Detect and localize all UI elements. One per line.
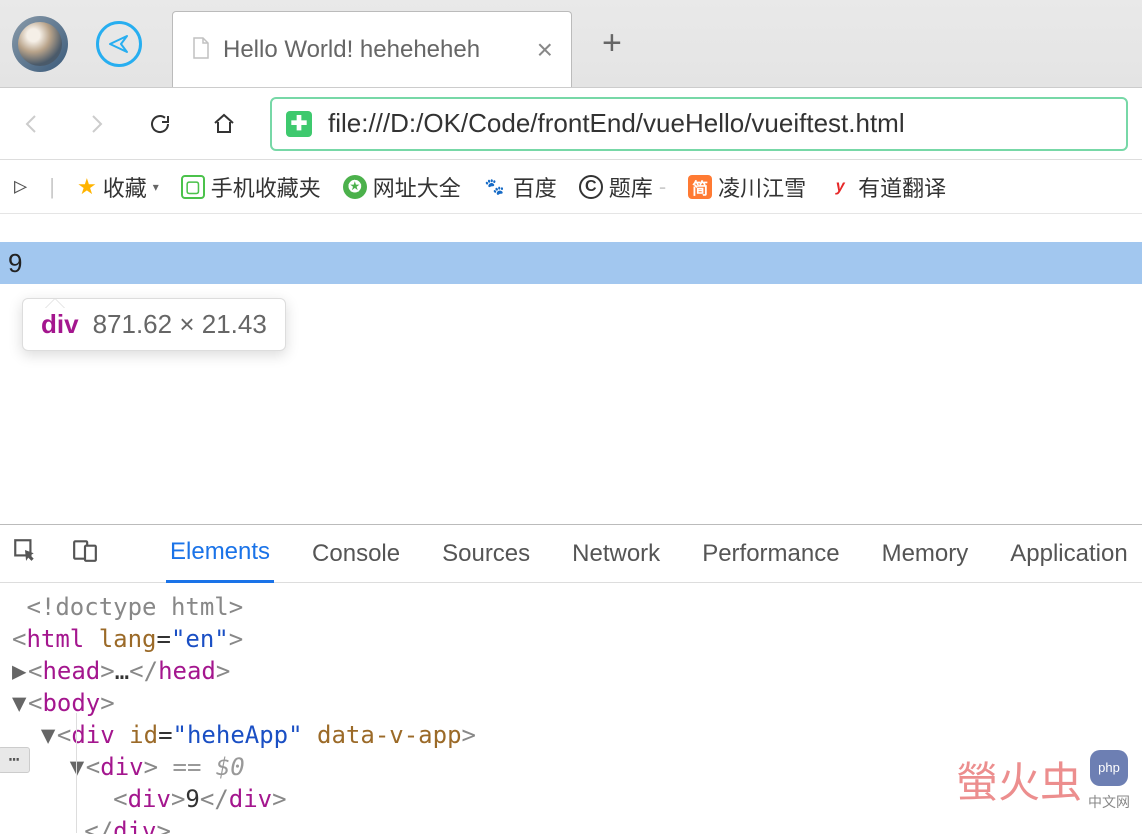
url-text: file:///D:/OK/Code/frontEnd/vueHello/vue…: [328, 108, 905, 139]
page-value: 9: [8, 248, 22, 279]
bookmark-youdao[interactable]: y有道翻译: [828, 171, 946, 203]
inspected-element[interactable]: 9: [0, 242, 1142, 284]
bookmark-lingchuan[interactable]: 简凌川江雪: [688, 171, 806, 203]
tooltip-tag: div: [41, 309, 79, 340]
url-input[interactable]: ✚ file:///D:/OK/Code/frontEnd/vueHello/v…: [270, 97, 1128, 151]
tooltip-dimensions: 871.62 × 21.43: [93, 309, 267, 340]
mobile-icon: ▢: [181, 175, 205, 199]
page-viewport: 9 div 871.62 × 21.43: [0, 214, 1142, 524]
bookmark-mobile-fav[interactable]: ▢手机收藏夹: [181, 171, 321, 203]
bookmark-tiku[interactable]: C题库 -: [579, 171, 666, 203]
bookmark-sites[interactable]: ✪网址大全: [343, 171, 461, 203]
forward-button[interactable]: [78, 106, 114, 142]
tab-sources[interactable]: Sources: [438, 526, 534, 582]
back-button[interactable]: [14, 106, 50, 142]
tab-network[interactable]: Network: [568, 526, 664, 582]
bookmark-favorites[interactable]: ★收藏 ▾: [77, 171, 159, 203]
user-avatar[interactable]: [12, 16, 68, 72]
circle-c-icon: C: [579, 175, 603, 199]
reload-button[interactable]: [142, 106, 178, 142]
navigate-icon[interactable]: [96, 21, 142, 67]
tab-title: Hello World! heheheheh: [223, 36, 519, 64]
new-tab-button[interactable]: +: [602, 24, 622, 63]
paw-icon: 🐾: [483, 175, 507, 199]
tab-bar: Hello World! heheheheh × +: [0, 0, 1142, 88]
security-shield-icon: ✚: [286, 111, 312, 137]
address-bar: ✚ file:///D:/OK/Code/frontEnd/vueHello/v…: [0, 88, 1142, 160]
youdao-icon: y: [828, 175, 852, 199]
home-button[interactable]: [206, 106, 242, 142]
devtools-panel: Elements Console Sources Network Perform…: [0, 524, 1142, 834]
tab-elements[interactable]: Elements: [166, 524, 274, 583]
tab-console[interactable]: Console: [308, 526, 404, 582]
tab-application[interactable]: Application: [1006, 526, 1131, 582]
devtools-tabs: Elements Console Sources Network Perform…: [0, 525, 1142, 583]
star-icon: ★: [77, 174, 97, 200]
watermark: 螢火虫 php 中文网: [956, 750, 1130, 818]
jian-icon: 简: [688, 175, 712, 199]
browser-tab[interactable]: Hello World! heheheheh ×: [172, 11, 572, 87]
bookmarks-bar: ▷ | ★收藏 ▾ ▢手机收藏夹 ✪网址大全 🐾百度 C题库 - 简凌川江雪 y…: [0, 160, 1142, 214]
bookmark-baidu[interactable]: 🐾百度: [483, 171, 557, 203]
tab-performance[interactable]: Performance: [698, 526, 843, 582]
globe-icon: ✪: [343, 175, 367, 199]
page-icon: [191, 36, 211, 63]
dom-tree[interactable]: ⋯ <!doctype html> <html lang="en"> ▶<hea…: [0, 583, 1142, 834]
device-toggle-icon[interactable]: [72, 537, 98, 570]
sidebar-toggle-icon[interactable]: ▷: [14, 174, 27, 199]
close-tab-button[interactable]: ×: [537, 34, 553, 66]
tab-memory[interactable]: Memory: [878, 526, 973, 582]
more-actions-button[interactable]: ⋯: [0, 747, 30, 773]
chevron-down-icon: ▾: [153, 180, 159, 194]
inspect-tool-icon[interactable]: [12, 537, 38, 570]
inspect-tooltip: div 871.62 × 21.43: [22, 298, 286, 351]
